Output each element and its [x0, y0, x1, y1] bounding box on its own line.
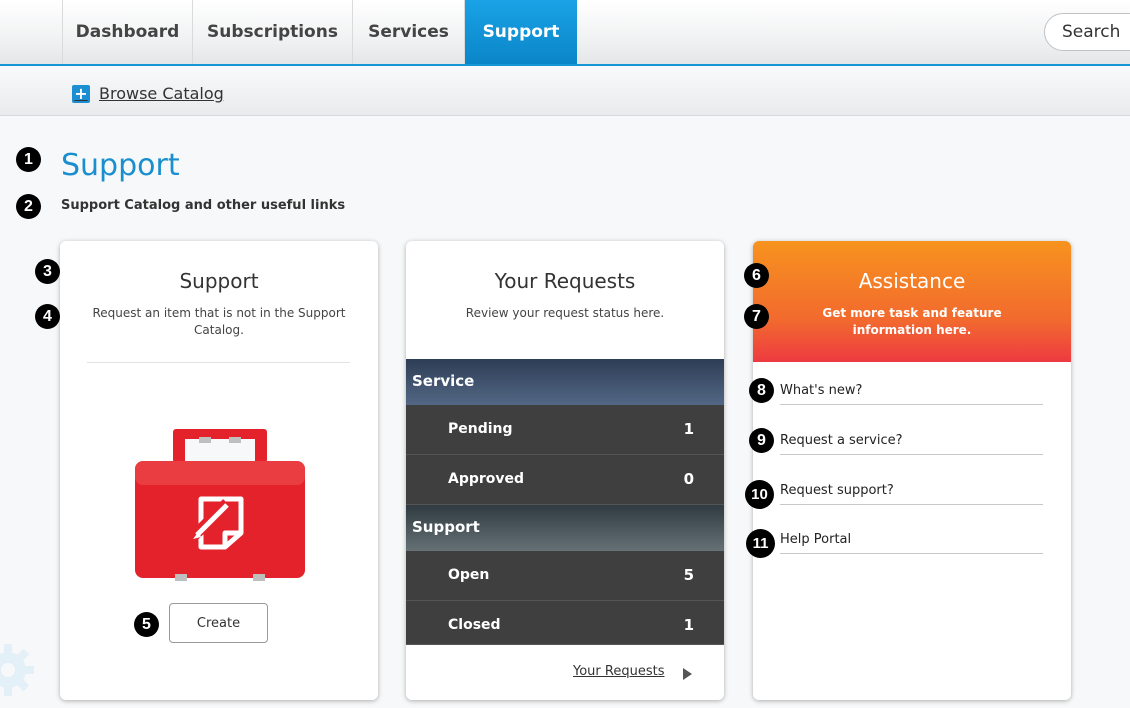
- tab-subscriptions[interactable]: Subscriptions: [193, 0, 353, 64]
- callout-marker-5: 5: [134, 612, 159, 637]
- request-row-approved[interactable]: Approved 0: [406, 455, 724, 505]
- callout-marker-6: 6: [744, 263, 769, 288]
- create-button[interactable]: Create: [169, 603, 268, 643]
- requests-card: Your Requests Review your request status…: [406, 241, 724, 700]
- gear-icon: [0, 644, 34, 696]
- section-service: Service: [406, 359, 724, 405]
- tab-support[interactable]: Support: [465, 0, 577, 64]
- page-subtitle: Support Catalog and other useful links: [61, 198, 346, 213]
- request-row-pending[interactable]: Pending 1: [406, 405, 724, 455]
- callout-marker-10: 10: [745, 480, 774, 509]
- row-count: 0: [683, 470, 694, 488]
- row-count: 1: [683, 616, 694, 634]
- tab-services[interactable]: Services: [353, 0, 465, 64]
- callout-marker-4: 4: [35, 304, 60, 329]
- callout-marker-8: 8: [749, 378, 774, 403]
- link-request-support[interactable]: Request support?: [780, 481, 1043, 505]
- sub-nav: + Browse Catalog: [0, 68, 1130, 116]
- row-count: 1: [683, 420, 694, 438]
- red-toolbox-icon: [135, 429, 305, 581]
- callout-marker-11: 11: [746, 529, 775, 558]
- row-label: Closed: [448, 617, 501, 633]
- assistance-header: Assistance Get more task and feature inf…: [753, 241, 1071, 362]
- request-row-open[interactable]: Open 5: [406, 551, 724, 601]
- play-icon[interactable]: [683, 668, 692, 680]
- row-label: Pending: [448, 421, 513, 437]
- tab-dashboard[interactable]: Dashboard: [62, 0, 193, 64]
- support-card-description: Request an item that is not in the Suppo…: [92, 306, 346, 337]
- plus-icon: +: [72, 84, 90, 103]
- divider: [87, 362, 350, 363]
- callout-marker-2: 2: [16, 194, 41, 219]
- section-support: Support: [406, 505, 724, 551]
- callout-marker-9: 9: [749, 428, 774, 453]
- link-request-service[interactable]: Request a service?: [780, 431, 1043, 455]
- row-label: Approved: [448, 471, 525, 487]
- requests-card-title: Your Requests: [494, 269, 636, 293]
- browse-catalog-label: Browse Catalog: [99, 84, 224, 103]
- callout-marker-1: 1: [16, 147, 41, 172]
- support-card: Support Request an item that is not in t…: [60, 241, 378, 700]
- callout-marker-7: 7: [744, 304, 769, 329]
- search-input[interactable]: Search: [1044, 13, 1130, 51]
- row-label: Open: [448, 567, 490, 583]
- assistance-card-description: Get more task and feature information he…: [822, 306, 1002, 337]
- browse-catalog-link[interactable]: + Browse Catalog: [72, 84, 224, 103]
- request-row-closed[interactable]: Closed 1: [406, 601, 724, 645]
- assistance-card: Assistance Get more task and feature inf…: [753, 241, 1071, 700]
- top-nav: Dashboard Subscriptions Services Support…: [0, 0, 1130, 66]
- requests-card-description: Review your request status here.: [465, 306, 665, 320]
- callout-marker-3: 3: [35, 259, 60, 284]
- row-count: 5: [683, 566, 694, 584]
- link-help-portal[interactable]: Help Portal: [780, 530, 1043, 554]
- support-card-title: Support: [179, 269, 259, 293]
- assistance-card-title: Assistance: [858, 269, 966, 293]
- page-title: Support: [61, 148, 180, 183]
- your-requests-link[interactable]: Your Requests: [573, 664, 664, 679]
- link-whats-new[interactable]: What's new?: [780, 381, 1043, 405]
